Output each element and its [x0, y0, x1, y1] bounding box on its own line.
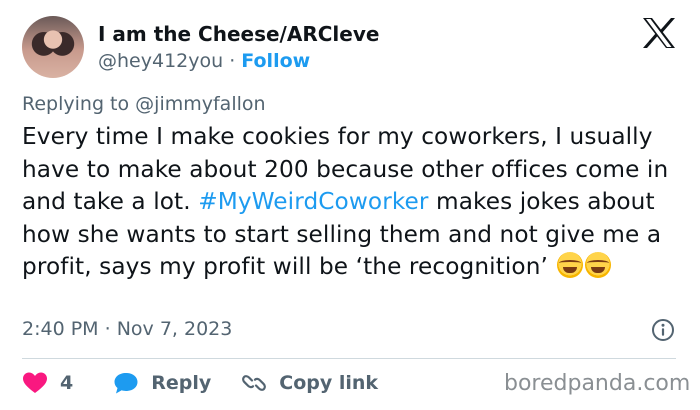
author-handle[interactable]: @hey412you [98, 50, 223, 72]
x-logo-icon[interactable] [641, 17, 677, 49]
link-icon [242, 375, 267, 391]
author-avatar[interactable] [22, 16, 84, 78]
divider [22, 358, 676, 359]
tweet-text: Every time I make cookies for my coworke… [22, 121, 682, 284]
handle-separator: · [229, 50, 236, 72]
author-handle-row: @hey412you · Follow [98, 50, 310, 72]
reply-bubble-icon [114, 373, 138, 394]
reply-label: Reply [151, 372, 212, 394]
watermark: boredpanda.com [504, 371, 691, 396]
copy-link-button[interactable]: Copy link [241, 371, 378, 395]
tears-of-joy-emoji-icon [557, 252, 584, 279]
tweet-timestamp[interactable]: 2:40 PM · Nov 7, 2023 [22, 318, 232, 340]
tears-of-joy-emoji-icon [585, 252, 612, 279]
reply-mention[interactable]: @jimmyfallon [135, 93, 265, 115]
reply-prefix: Replying to [22, 93, 130, 115]
hashtag-link[interactable]: #MyWeirdCoworker [198, 188, 428, 215]
like-count: 4 [60, 372, 74, 394]
author-name[interactable]: I am the Cheese/ARCleve [98, 22, 379, 46]
action-bar: 4 Reply Copy link [22, 368, 378, 398]
reply-button[interactable]: Reply [113, 371, 211, 395]
follow-button[interactable]: Follow [241, 50, 310, 72]
timestamp-separator: · [104, 318, 111, 340]
heart-icon [23, 372, 47, 393]
reply-context: Replying to @jimmyfallon [22, 93, 266, 115]
tweet-date: Nov 7, 2023 [116, 318, 233, 340]
info-icon[interactable] [651, 318, 675, 342]
like-button[interactable]: 4 [22, 371, 73, 395]
copy-link-label: Copy link [279, 372, 379, 394]
tweet-time: 2:40 PM [22, 318, 99, 340]
